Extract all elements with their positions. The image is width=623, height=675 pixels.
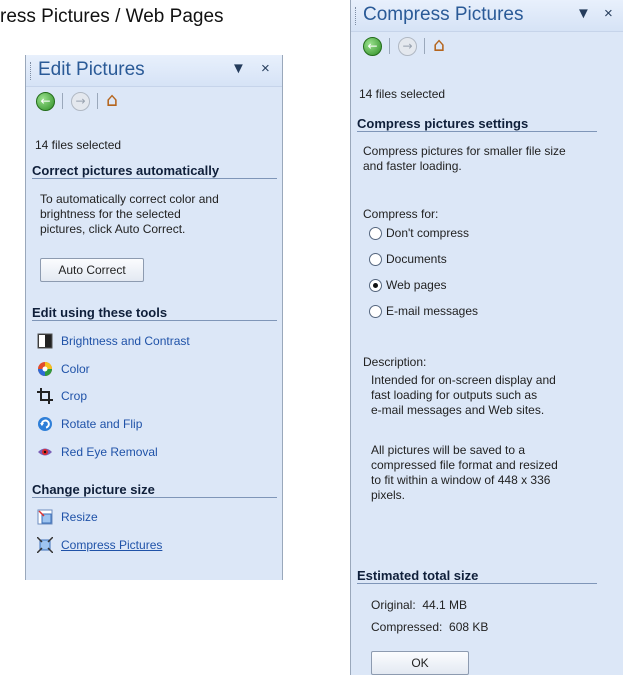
forward-arrow-icon[interactable]: → — [398, 37, 417, 56]
home-icon[interactable]: ⌂ — [106, 89, 118, 111]
option-email-messages[interactable]: E-mail messages — [369, 304, 479, 319]
dropdown-icon[interactable]: ▼ — [231, 60, 246, 77]
settings-description: Compress pictures for smaller file size … — [363, 144, 566, 174]
text-line: compressed file format and resized — [371, 458, 558, 472]
compress-pictures-link[interactable]: Compress Pictures — [36, 536, 163, 557]
separator — [97, 93, 98, 109]
edit-pane-title: Edit Pictures — [38, 59, 145, 80]
rotate-flip-link[interactable]: Rotate and Flip — [37, 416, 142, 436]
description-label: Description: — [363, 355, 427, 369]
back-arrow-icon[interactable]: ← — [36, 92, 55, 111]
radio-label: Documents — [386, 252, 447, 266]
text-line: and faster loading. — [363, 159, 462, 173]
text-line: pictures, click Auto Correct. — [40, 222, 186, 236]
text-line: pixels. — [371, 488, 406, 502]
radio-button[interactable] — [369, 227, 382, 241]
tool-label: Rotate and Flip — [61, 417, 143, 431]
files-selected: 14 files selected — [359, 87, 446, 101]
tool-label: Color — [61, 362, 90, 376]
crop-link[interactable]: Crop — [37, 388, 87, 408]
compress-pane-title: Compress Pictures — [363, 4, 524, 25]
correct-description: To automatically correct color and brigh… — [40, 192, 219, 237]
edit-pictures-pane: Edit Pictures ▼ × ← → ⌂ 14 files selecte… — [25, 55, 283, 580]
option-web-pages[interactable]: Web pages — [369, 278, 447, 293]
text-line: to fit within a window of 448 x 336 — [371, 473, 551, 487]
forward-arrow-icon[interactable]: → — [71, 92, 90, 111]
text-line: To automatically correct color and — [40, 192, 219, 206]
tool-label: Crop — [61, 389, 88, 403]
radio-button[interactable] — [369, 305, 382, 319]
edit-pane-header: Edit Pictures ▼ × — [26, 55, 282, 87]
close-icon[interactable]: × — [261, 60, 270, 77]
text-line: Compress pictures for smaller file size — [363, 144, 566, 158]
back-arrow-icon[interactable]: ← — [363, 37, 382, 56]
text-line: brightness for the selected — [40, 207, 181, 221]
option-dont-compress[interactable]: Don't compress — [369, 226, 469, 241]
ok-button[interactable]: OK — [371, 651, 469, 675]
correct-section-heading: Correct pictures automatically — [32, 163, 277, 179]
edit-nav-toolbar: ← → ⌂ — [26, 87, 282, 115]
text-line: Intended for on-screen display and — [371, 373, 556, 387]
dropdown-icon[interactable]: ▼ — [576, 5, 591, 22]
separator — [62, 93, 63, 109]
auto-correct-button[interactable]: Auto Correct — [40, 258, 144, 282]
close-icon[interactable]: × — [604, 5, 613, 22]
tool-label: Resize — [61, 510, 98, 524]
color-link[interactable]: Color — [37, 361, 90, 381]
files-selected: 14 files selected — [35, 138, 122, 152]
text-line: All pictures will be saved to a — [371, 443, 526, 457]
tool-label: Compress Pictures — [61, 538, 163, 552]
color-wheel-icon — [37, 361, 53, 377]
compress-pane-header: Compress Pictures ▼ × — [351, 0, 623, 32]
page-title: ress Pictures / Web Pages — [0, 6, 224, 27]
tool-label: Red Eye Removal — [61, 445, 158, 459]
radio-label: Don't compress — [386, 226, 469, 240]
red-eye-removal-link[interactable]: Red Eye Removal — [37, 444, 158, 464]
compress-for-label: Compress for: — [363, 207, 439, 221]
original-size: Original: 44.1 MB — [371, 598, 468, 612]
radio-label: Web pages — [386, 278, 447, 292]
option-documents[interactable]: Documents — [369, 252, 447, 267]
resize-link[interactable]: Resize — [37, 509, 98, 529]
separator — [424, 38, 425, 54]
radio-button-selected[interactable] — [369, 279, 382, 293]
size-section-heading: Change picture size — [32, 482, 277, 498]
red-eye-icon — [37, 444, 53, 460]
tools-section-heading: Edit using these tools — [32, 305, 277, 321]
settings-section-heading: Compress pictures settings — [357, 116, 597, 132]
compress-nav-toolbar: ← → ⌂ — [351, 32, 623, 60]
grip-handle[interactable] — [30, 62, 33, 80]
radio-button[interactable] — [369, 253, 382, 267]
estimate-section-heading: Estimated total size — [357, 568, 597, 584]
grip-handle[interactable] — [355, 7, 358, 25]
text-line: e-mail messages and Web sites. — [371, 403, 545, 417]
text-line: fast loading for outputs such as — [371, 388, 538, 402]
rotate-flip-icon — [37, 416, 53, 432]
brightness-contrast-icon — [37, 333, 53, 349]
brightness-contrast-link[interactable]: Brightness and Contrast — [37, 333, 190, 353]
radio-label: E-mail messages — [386, 304, 479, 318]
description-resize-text: All pictures will be saved to a compress… — [371, 443, 558, 503]
home-icon[interactable]: ⌂ — [433, 34, 445, 56]
compressed-size: Compressed: 608 KB — [371, 620, 489, 634]
tool-label: Brightness and Contrast — [61, 334, 190, 348]
compress-pictures-pane: Compress Pictures ▼ × ← → ⌂ 14 files sel… — [350, 0, 623, 675]
compress-pictures-icon — [36, 536, 54, 554]
description-text: Intended for on-screen display and fast … — [371, 373, 556, 418]
crop-icon — [37, 388, 53, 404]
separator — [389, 38, 390, 54]
resize-icon — [37, 509, 53, 525]
